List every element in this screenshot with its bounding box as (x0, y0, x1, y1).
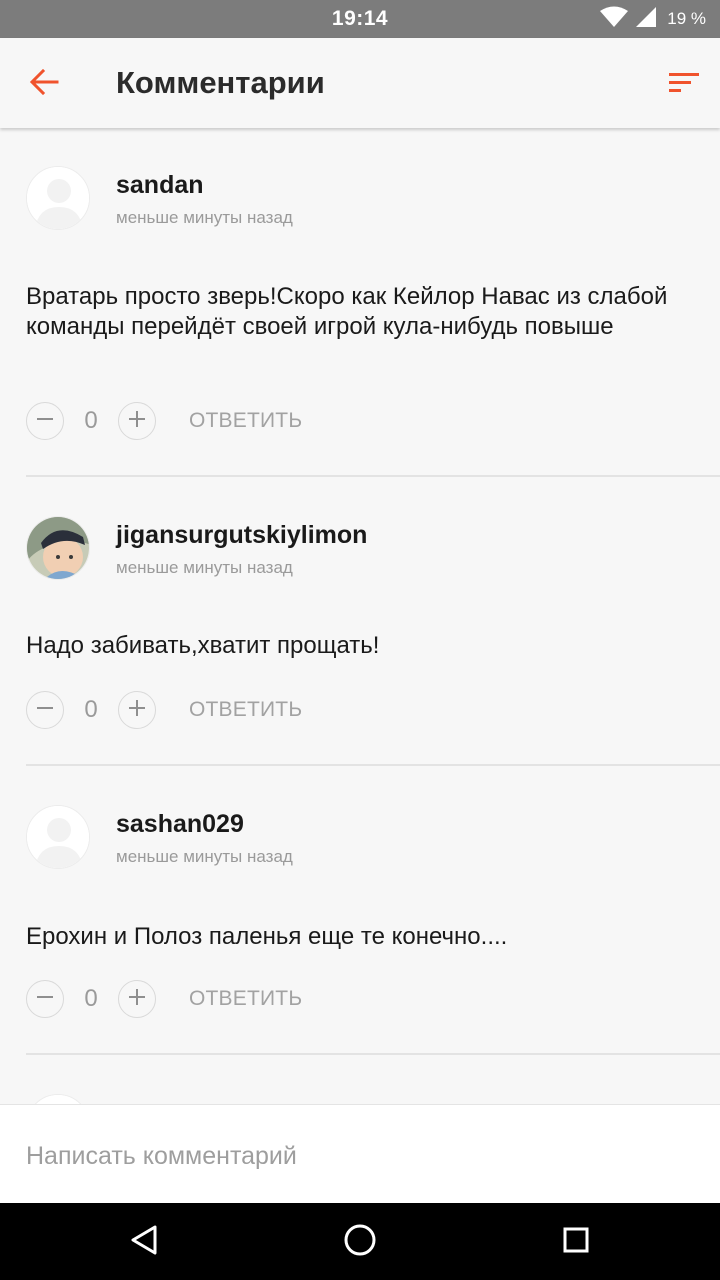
arrow-left-icon (29, 68, 59, 100)
app-bar: Комментарии (0, 38, 720, 128)
comment-actions: 0 ОТВЕТИТЬ (26, 402, 302, 440)
comment-item: sandan меньше минуты назад Вратарь прост… (0, 128, 720, 477)
downvote-button[interactable] (26, 980, 64, 1018)
battery-percent: 19 % (667, 9, 706, 28)
comment-input[interactable]: Написать комментарий (26, 1142, 297, 1171)
comment-divider (26, 475, 720, 477)
comment-author[interactable]: sandan (116, 171, 204, 200)
comment-time: меньше минуты назад (116, 847, 293, 866)
back-button[interactable] (22, 64, 66, 104)
vote-count: 0 (84, 407, 98, 434)
system-nav-bar (0, 1203, 720, 1280)
comment-author[interactable]: sashan029 (116, 810, 244, 839)
reply-button[interactable]: ОТВЕТИТЬ (189, 698, 302, 722)
reply-button[interactable]: ОТВЕТИТЬ (189, 409, 302, 433)
comment-divider (26, 1053, 720, 1055)
minus-icon (36, 410, 54, 433)
comment-composer[interactable]: Написать комментарий (0, 1104, 720, 1203)
downvote-button[interactable] (26, 402, 64, 440)
default-avatar-icon[interactable] (26, 805, 90, 869)
comment-actions: 0 ОТВЕТИТЬ (26, 980, 302, 1018)
comment-text: Ерохин и Полоз паленья еще те конечно...… (26, 923, 508, 950)
minus-icon (36, 988, 54, 1011)
photo-avatar-icon[interactable] (26, 516, 90, 580)
comment-actions: 0 ОТВЕТИТЬ (26, 691, 302, 729)
page-title: Комментарии (116, 65, 325, 100)
wifi-icon (599, 6, 629, 33)
comment-time: меньше минуты назад (116, 208, 293, 227)
comment-text: Надо забивать,хватит прощать! (26, 632, 380, 659)
reply-button[interactable]: ОТВЕТИТЬ (189, 987, 302, 1011)
comment-divider (26, 764, 720, 766)
plus-icon (128, 988, 146, 1011)
comment-author[interactable]: jigansurgutskiylimon (116, 521, 367, 550)
comment-text: Вратарь просто зверь!Скоро как Кейлор На… (26, 283, 668, 340)
plus-icon (128, 699, 146, 722)
nav-back-button[interactable] (124, 1222, 164, 1262)
recents-square-icon (562, 1226, 590, 1259)
status-bar: 19:14 19 % (0, 0, 720, 38)
downvote-button[interactable] (26, 691, 64, 729)
home-circle-icon (343, 1223, 377, 1262)
comment-time: меньше минуты назад (116, 558, 293, 577)
back-triangle-icon (129, 1224, 159, 1261)
nav-home-button[interactable] (340, 1222, 380, 1262)
upvote-button[interactable] (118, 402, 156, 440)
sort-icon (669, 71, 699, 98)
vote-count: 0 (84, 985, 98, 1012)
comment-item: sashan029 меньше минуты назад Ерохин и П… (0, 767, 720, 1056)
default-avatar-icon[interactable] (26, 166, 90, 230)
comment-item-partial (0, 1056, 720, 1104)
plus-icon (128, 410, 146, 433)
nav-recents-button[interactable] (556, 1222, 596, 1262)
status-icons: 19 % (599, 6, 706, 32)
default-avatar-icon[interactable] (26, 1094, 90, 1104)
vote-count: 0 (84, 696, 98, 723)
minus-icon (36, 699, 54, 722)
comment-item: jigansurgutskiylimon меньше минуты назад… (0, 478, 720, 767)
upvote-button[interactable] (118, 691, 156, 729)
upvote-button[interactable] (118, 980, 156, 1018)
sort-button[interactable] (662, 64, 706, 104)
signal-icon (635, 6, 657, 33)
